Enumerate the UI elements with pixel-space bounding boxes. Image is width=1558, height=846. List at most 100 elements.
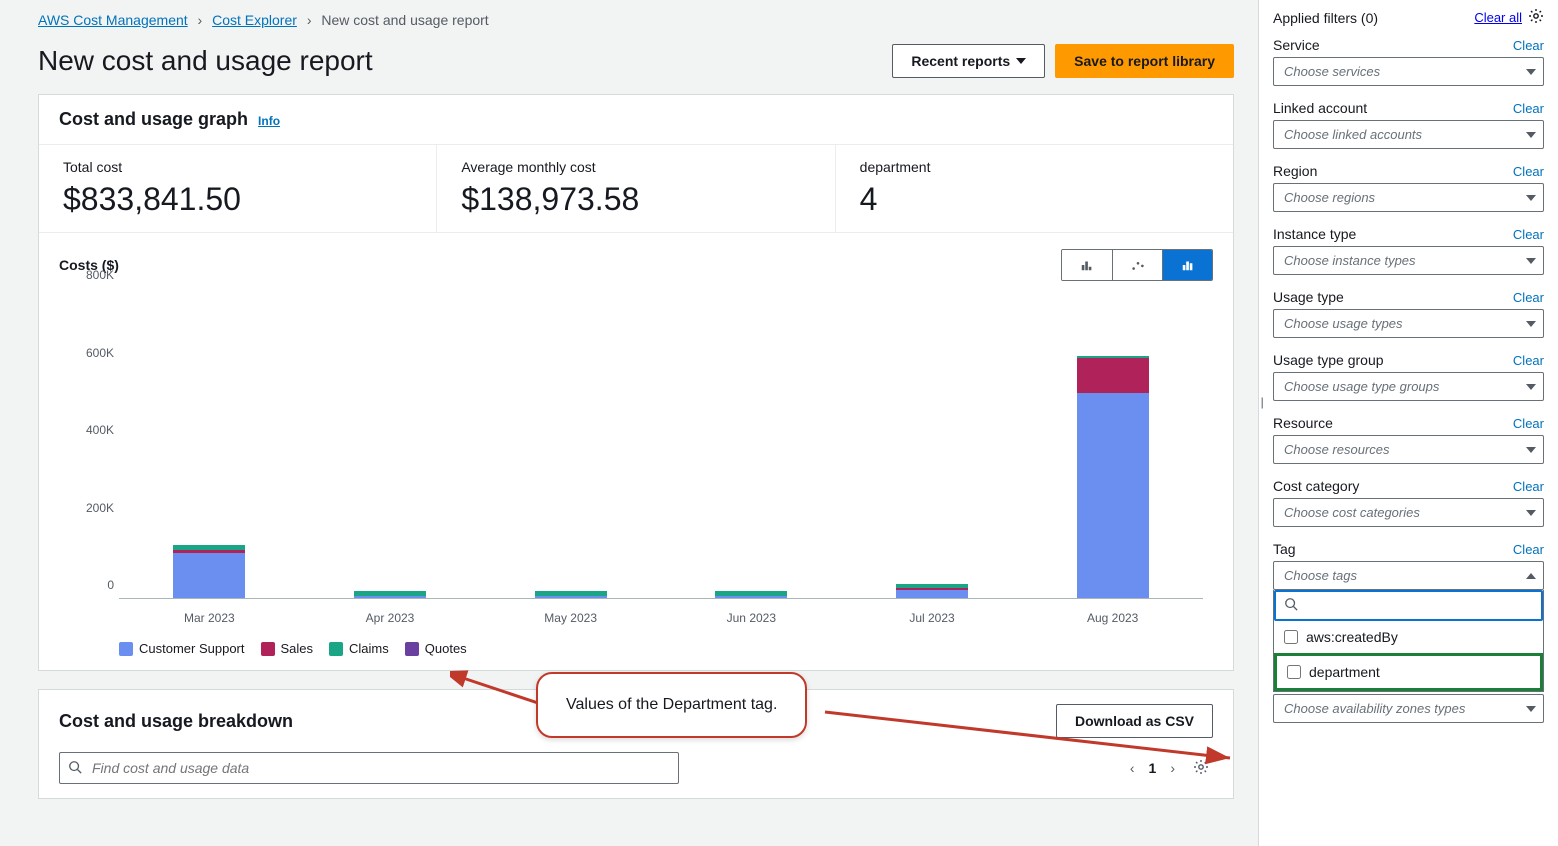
legend-item: Sales bbox=[261, 641, 314, 656]
clear-all-link[interactable]: Clear all bbox=[1474, 10, 1522, 25]
legend-item: Quotes bbox=[405, 641, 467, 656]
legend-swatch bbox=[405, 642, 419, 656]
chart-type-line-icon[interactable] bbox=[1112, 250, 1162, 280]
x-tick: Jun 2023 bbox=[727, 611, 776, 625]
filter-label-cost-category: Cost category bbox=[1273, 478, 1359, 494]
filter-clear-instance-type[interactable]: Clear bbox=[1513, 227, 1544, 242]
filter-tag: Tag Clear Choose tags aws:createdBy bbox=[1273, 541, 1544, 723]
breakdown-title: Cost and usage breakdown bbox=[59, 711, 293, 732]
filter-select-az[interactable]: Choose availability zones types bbox=[1273, 694, 1544, 723]
x-tick: May 2023 bbox=[544, 611, 597, 625]
tag-checkbox-department[interactable] bbox=[1287, 665, 1301, 679]
filter-label-resource: Resource bbox=[1273, 415, 1333, 431]
gear-icon[interactable] bbox=[1528, 8, 1544, 27]
filter-clear-tag[interactable]: Clear bbox=[1513, 542, 1544, 557]
bar-group bbox=[535, 591, 607, 598]
bar-segment bbox=[1077, 358, 1149, 393]
download-csv-button[interactable]: Download as CSV bbox=[1056, 704, 1213, 738]
legend-item: Claims bbox=[329, 641, 389, 656]
filter-clear-usage-type[interactable]: Clear bbox=[1513, 290, 1544, 305]
filter-select-usage-type[interactable]: Choose usage types bbox=[1273, 309, 1544, 338]
bar-group bbox=[354, 591, 426, 598]
caret-down-icon bbox=[1526, 384, 1536, 390]
info-link[interactable]: Info bbox=[258, 114, 280, 128]
chart-type-stacked-icon[interactable] bbox=[1162, 250, 1212, 280]
y-tick: 400K bbox=[86, 423, 114, 437]
caret-down-icon bbox=[1526, 69, 1536, 75]
filter-label-tag: Tag bbox=[1273, 541, 1296, 557]
pager-prev-icon[interactable]: ‹ bbox=[1126, 756, 1139, 780]
filter-label-instance-type: Instance type bbox=[1273, 226, 1356, 242]
legend-swatch bbox=[261, 642, 275, 656]
bar-segment bbox=[715, 596, 787, 598]
tag-search-input-wrap bbox=[1274, 590, 1543, 621]
filters-sidebar: | | Applied filters (0) Clear all Servic… bbox=[1258, 0, 1558, 846]
chart-legend: Customer Support Sales Claims Quotes bbox=[39, 637, 1233, 670]
breadcrumb-current: New cost and usage report bbox=[321, 12, 488, 28]
filter-select-usage-type-group[interactable]: Choose usage type groups bbox=[1273, 372, 1544, 401]
bar-group bbox=[173, 545, 245, 598]
tag-option-aws-createdby[interactable]: aws:createdBy bbox=[1274, 621, 1543, 653]
cost-usage-graph-card: Cost and usage graph Info Total cost $83… bbox=[38, 94, 1234, 671]
filter-select-instance-type[interactable]: Choose instance types bbox=[1273, 246, 1544, 275]
filter-select-linked-account[interactable]: Choose linked accounts bbox=[1273, 120, 1544, 149]
caret-down-icon bbox=[1526, 132, 1536, 138]
filter-select-tag[interactable]: Choose tags bbox=[1273, 561, 1544, 590]
chart-type-bar-icon[interactable] bbox=[1062, 250, 1112, 280]
applied-filters-label: Applied filters (0) bbox=[1273, 10, 1378, 26]
table-settings-icon[interactable] bbox=[1189, 755, 1213, 782]
tag-checkbox-aws-createdby[interactable] bbox=[1284, 630, 1298, 644]
bar-group bbox=[715, 591, 787, 598]
filter-clear-resource[interactable]: Clear bbox=[1513, 416, 1544, 431]
page-title: New cost and usage report bbox=[38, 45, 373, 77]
breakdown-search-input[interactable] bbox=[59, 752, 679, 784]
recent-reports-button[interactable]: Recent reports bbox=[892, 44, 1045, 78]
x-tick: Aug 2023 bbox=[1087, 611, 1138, 625]
chevron-right-icon: › bbox=[307, 12, 312, 28]
filter-label-service: Service bbox=[1273, 37, 1320, 53]
legend-item: Customer Support bbox=[119, 641, 245, 656]
bar-segment bbox=[896, 590, 968, 598]
caret-down-icon bbox=[1526, 447, 1536, 453]
save-report-button[interactable]: Save to report library bbox=[1055, 44, 1234, 78]
stat-department-count: department 4 bbox=[835, 145, 1233, 232]
filter-linked-account: Linked account Clear Choose linked accou… bbox=[1273, 100, 1544, 149]
panel-collapse-handle[interactable]: | | bbox=[1258, 390, 1265, 414]
pager-next-icon[interactable]: › bbox=[1166, 756, 1179, 780]
breadcrumb: AWS Cost Management › Cost Explorer › Ne… bbox=[38, 12, 1234, 28]
x-tick: Apr 2023 bbox=[366, 611, 415, 625]
bar-segment bbox=[354, 596, 426, 598]
y-tick: 600K bbox=[86, 346, 114, 360]
bar-group bbox=[896, 584, 968, 598]
filter-instance-type: Instance type Clear Choose instance type… bbox=[1273, 226, 1544, 275]
filter-clear-cost-category[interactable]: Clear bbox=[1513, 479, 1544, 494]
filter-clear-service[interactable]: Clear bbox=[1513, 38, 1544, 53]
filter-select-cost-category[interactable]: Choose cost categories bbox=[1273, 498, 1544, 527]
filter-select-region[interactable]: Choose regions bbox=[1273, 183, 1544, 212]
y-tick: 800K bbox=[86, 268, 114, 282]
y-tick: 200K bbox=[86, 501, 114, 515]
caret-down-icon bbox=[1526, 706, 1536, 712]
filter-cost-category: Cost category Clear Choose cost categori… bbox=[1273, 478, 1544, 527]
legend-swatch bbox=[329, 642, 343, 656]
breadcrumb-cost-explorer[interactable]: Cost Explorer bbox=[212, 12, 297, 28]
tag-dropdown: aws:createdBy department bbox=[1273, 590, 1544, 692]
tag-option-department[interactable]: department bbox=[1274, 653, 1543, 691]
filter-select-service[interactable]: Choose services bbox=[1273, 57, 1544, 86]
filter-clear-region[interactable]: Clear bbox=[1513, 164, 1544, 179]
filter-service: Service Clear Choose services bbox=[1273, 37, 1544, 86]
filter-usage-type: Usage type Clear Choose usage types bbox=[1273, 289, 1544, 338]
stat-total-cost: Total cost $833,841.50 bbox=[39, 145, 436, 232]
filter-resource: Resource Clear Choose resources bbox=[1273, 415, 1544, 464]
tag-search-input[interactable] bbox=[1304, 598, 1533, 613]
bar-group bbox=[1077, 356, 1149, 598]
bar-segment bbox=[1077, 393, 1149, 598]
caret-down-icon bbox=[1016, 58, 1026, 64]
bar-segment bbox=[173, 553, 245, 598]
filter-clear-usage-type-group[interactable]: Clear bbox=[1513, 353, 1544, 368]
breadcrumb-root[interactable]: AWS Cost Management bbox=[38, 12, 188, 28]
filter-select-resource[interactable]: Choose resources bbox=[1273, 435, 1544, 464]
filter-label-linked-account: Linked account bbox=[1273, 100, 1367, 116]
filter-clear-linked-account[interactable]: Clear bbox=[1513, 101, 1544, 116]
caret-down-icon bbox=[1526, 321, 1536, 327]
